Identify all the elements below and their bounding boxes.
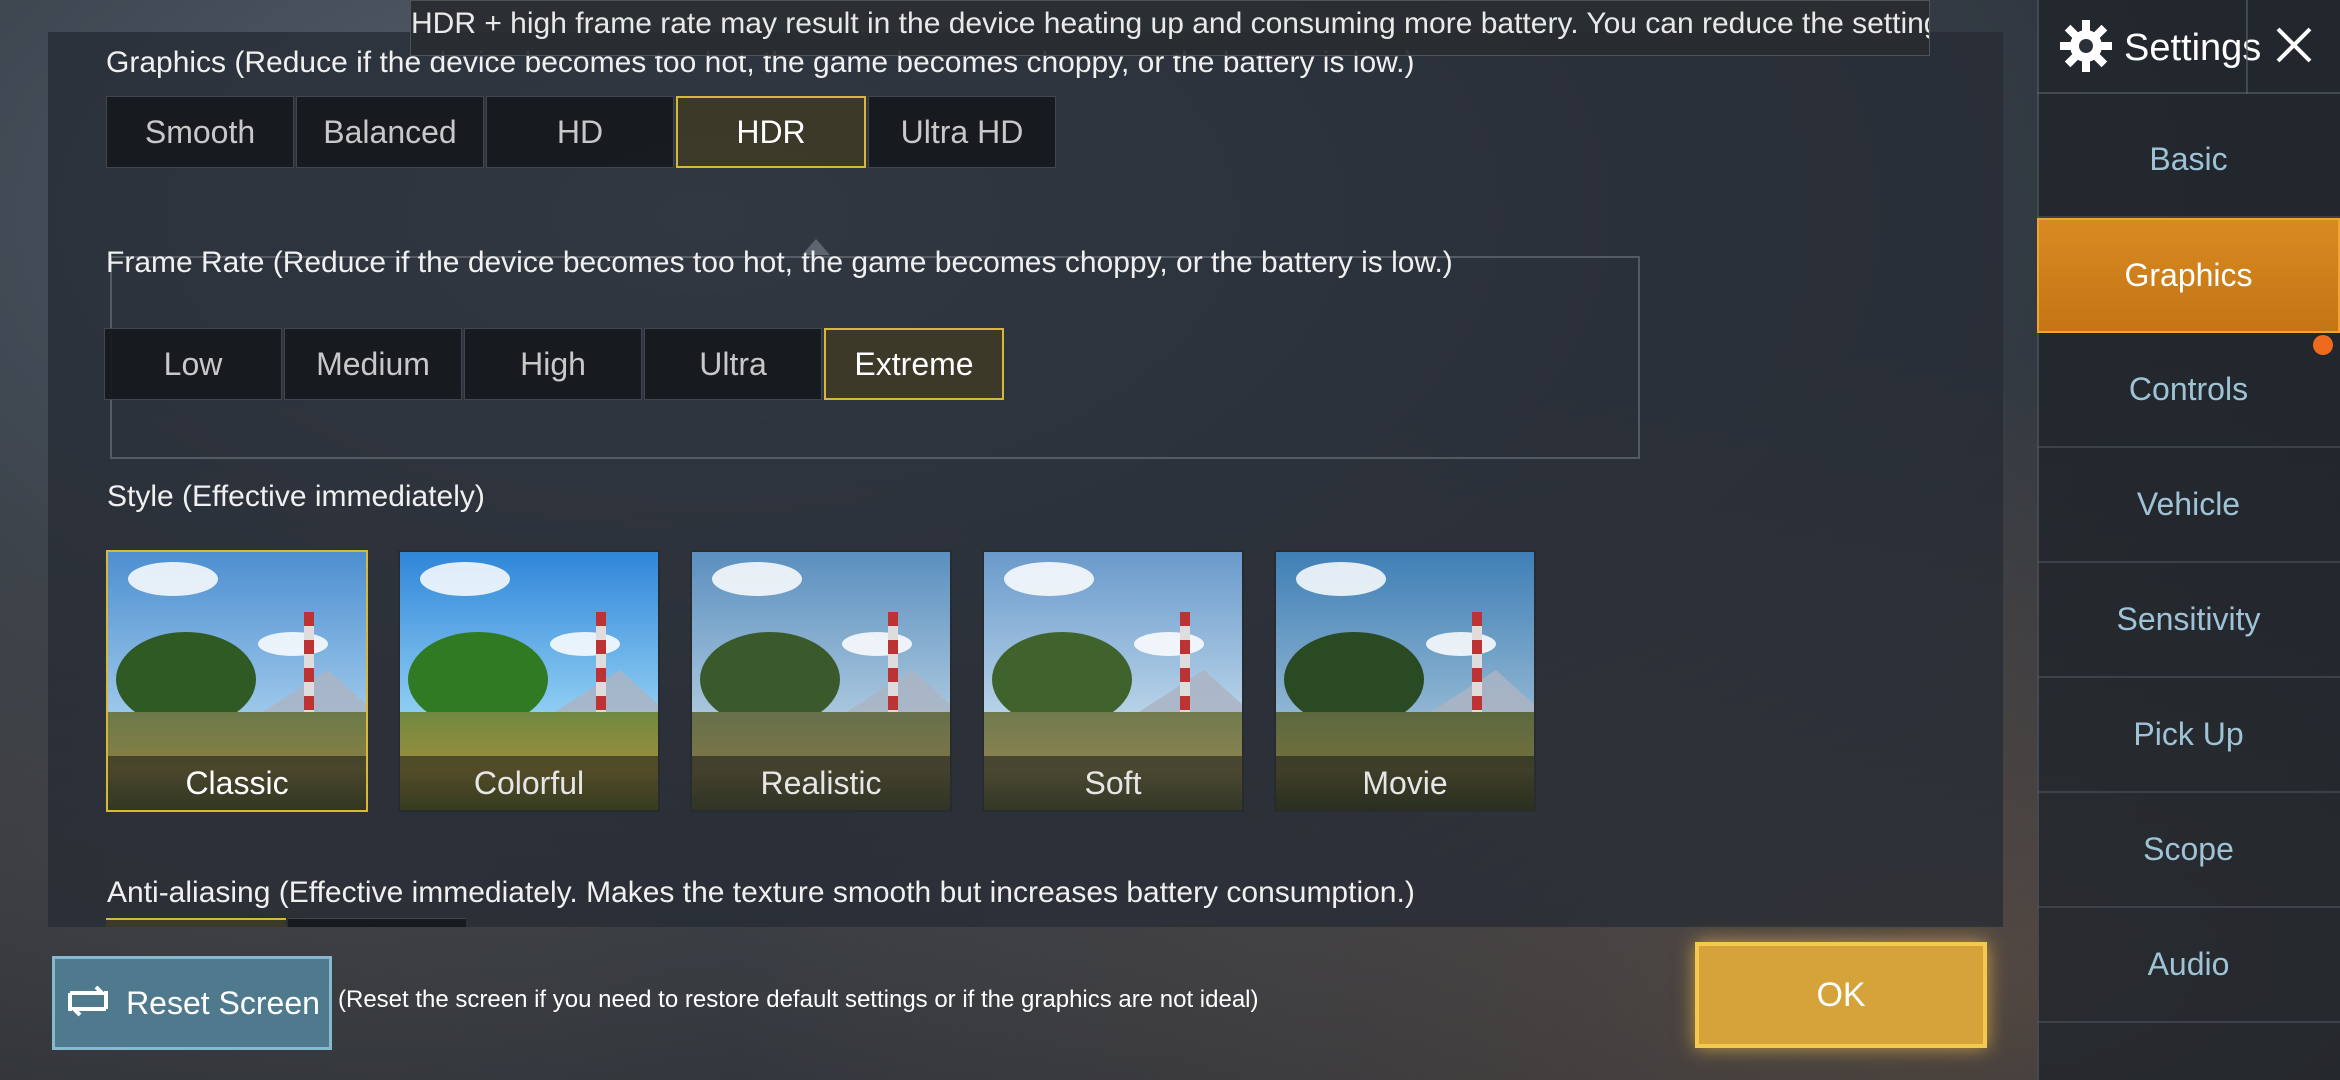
radio-tower [304, 612, 314, 722]
reset-screen-button[interactable]: Reset Screen [52, 956, 332, 1050]
style-option-realistic[interactable]: Realistic [690, 550, 952, 812]
style-option-classic[interactable]: Classic [106, 550, 368, 812]
cloud [128, 562, 218, 596]
radio-tower [888, 612, 898, 722]
cloud [420, 562, 510, 596]
anti-aliasing-option-2[interactable] [288, 918, 466, 927]
style-caption-classic: Classic [108, 756, 366, 810]
graphics-option-smooth[interactable]: Smooth [106, 96, 294, 168]
graphics-option-balanced[interactable]: Balanced [296, 96, 484, 168]
radio-tower [1472, 612, 1482, 722]
gear-icon [2058, 18, 2114, 79]
reset-screen-note: (Reset the screen if you need to restore… [338, 986, 1259, 1013]
cloud [550, 632, 620, 656]
style-caption-soft: Soft [984, 756, 1242, 810]
close-button[interactable] [2246, 0, 2340, 94]
sidebar-item-graphics[interactable]: Graphics [2037, 218, 2340, 333]
reset-screen-icon [64, 983, 112, 1024]
radio-tower [1180, 612, 1190, 722]
sidebar-item-sensitivity[interactable]: Sensitivity [2037, 563, 2340, 678]
settings-title: Settings [2058, 18, 2261, 79]
radio-tower [596, 612, 606, 722]
graphics-option-hd[interactable]: HD [486, 96, 674, 168]
anti-aliasing-option-1[interactable] [106, 918, 286, 927]
graphics-option-hdr[interactable]: HDR [676, 96, 866, 168]
style-option-soft[interactable]: Soft [982, 550, 1244, 812]
cloud [1296, 562, 1386, 596]
sidebar-item-pick-up[interactable]: Pick Up [2037, 678, 2340, 793]
frame-rate-option-medium[interactable]: Medium [284, 328, 462, 400]
sidebar-item-audio[interactable]: Audio [2037, 908, 2340, 1023]
sidebar-item-vehicle[interactable]: Vehicle [2037, 448, 2340, 563]
frame-rate-selector: Low Medium High Ultra Extreme [104, 328, 1006, 400]
frame-rate-option-extreme[interactable]: Extreme [824, 328, 1004, 400]
style-label: Style (Effective immediately) [107, 480, 485, 513]
cloud [712, 562, 802, 596]
cloud [258, 632, 328, 656]
hdr-warning-tooltip: HDR + high frame rate may result in the … [410, 0, 1930, 56]
cloud [842, 632, 912, 656]
sidebar-item-basic[interactable]: Basic [2037, 103, 2340, 218]
cloud [1004, 562, 1094, 596]
frame-rate-option-high[interactable]: High [464, 328, 642, 400]
style-caption-colorful: Colorful [400, 756, 658, 810]
graphics-option-ultra-hd[interactable]: Ultra HD [868, 96, 1056, 168]
style-caption-movie: Movie [1276, 756, 1534, 810]
sidebar-item-scope[interactable]: Scope [2037, 793, 2340, 908]
close-icon [2274, 25, 2314, 70]
frame-rate-option-low[interactable]: Low [104, 328, 282, 400]
anti-aliasing-label: Anti-aliasing (Effective immediately. Ma… [107, 876, 1415, 909]
reset-screen-label: Reset Screen [126, 984, 320, 1021]
cloud [1426, 632, 1496, 656]
style-caption-realistic: Realistic [692, 756, 950, 810]
style-option-colorful[interactable]: Colorful [398, 550, 660, 812]
frame-rate-label: Frame Rate (Reduce if the device becomes… [106, 246, 1453, 279]
graphics-quality-selector: Smooth Balanced HD HDR Ultra HD [106, 96, 1058, 168]
settings-title-label: Settings [2124, 27, 2262, 69]
notification-dot [2313, 335, 2333, 355]
frame-rate-option-ultra[interactable]: Ultra [644, 328, 822, 400]
sidebar-item-controls[interactable]: Controls [2037, 333, 2340, 448]
ok-button[interactable]: OK [1695, 942, 1987, 1048]
style-selector: Classic Colorful Realistic Soft Movie [106, 550, 1566, 812]
cloud [1134, 632, 1204, 656]
style-option-movie[interactable]: Movie [1274, 550, 1536, 812]
